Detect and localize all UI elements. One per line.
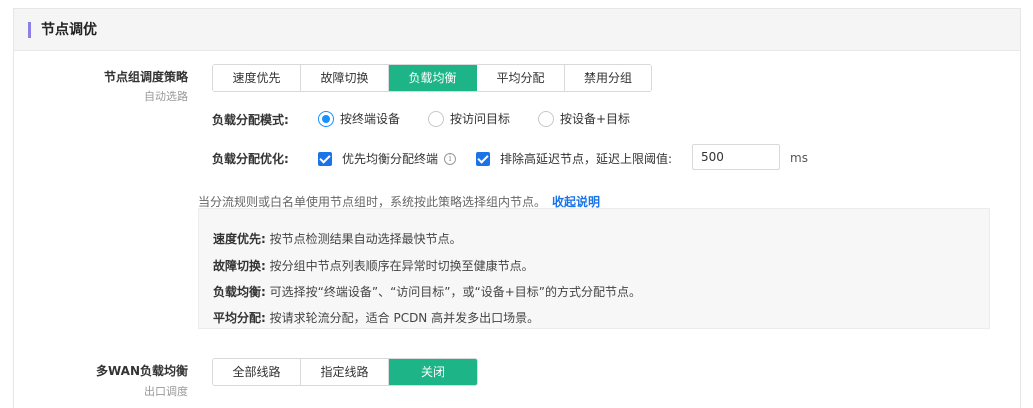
multiwan-label: 多WAN负载均衡 [95, 364, 188, 378]
help-desc: 按请求轮流分配，适合 PCDN 高并发多出口场景。 [269, 311, 540, 325]
help-item: 速度优先: 按节点检测结果自动选择最快节点。 [213, 230, 462, 247]
help-term: 平均分配: [213, 311, 266, 325]
help-desc: 按分组中节点列表顺序在异常时切换至健康节点。 [269, 259, 534, 273]
multiwan-segmented-control: 全部线路 指定线路 关闭 [212, 358, 478, 386]
help-desc: 按节点检测结果自动选择最快节点。 [269, 232, 462, 246]
section-title: 节点调优 [41, 22, 97, 38]
multiwan-sublabel: 出口调度 [144, 385, 188, 398]
radio-unchecked-icon [538, 110, 554, 127]
radio-by-target[interactable]: 按访问目标 [428, 110, 510, 127]
header-accent-bar [28, 22, 31, 38]
radio-by-device[interactable]: 按终端设备 [318, 110, 400, 127]
strategy-option-average[interactable]: 平均分配 [477, 65, 565, 91]
help-term: 负载均衡: [213, 285, 266, 299]
multiwan-option-off[interactable]: 关闭 [389, 359, 477, 385]
distribution-mode-label: 负载分配模式: [212, 113, 289, 127]
help-desc: 可选择按“终端设备”、“访问目标”，或“设备+目标”的方式分配节点。 [269, 285, 641, 299]
threshold-unit: ms [790, 151, 808, 165]
checkbox-exclude-high-latency[interactable]: 排除高延迟节点，延迟上限阈值: [476, 150, 672, 167]
strategy-segmented-control: 速度优先 故障切换 负载均衡 平均分配 禁用分组 [212, 64, 652, 92]
checkbox-checked-icon [318, 151, 332, 166]
strategy-option-load-balance[interactable]: 负载均衡 [389, 65, 477, 91]
help-box: 速度优先: 按节点检测结果自动选择最快节点。 故障切换: 按分组中节点列表顺序在… [198, 208, 990, 329]
radio-unchecked-icon [428, 110, 444, 127]
radio-checked-icon [318, 110, 334, 127]
latency-threshold-input[interactable] [692, 144, 780, 170]
help-item: 平均分配: 按请求轮流分配，适合 PCDN 高并发多出口场景。 [213, 309, 539, 326]
radio-by-device-target-label: 按设备+目标 [560, 112, 631, 126]
prefer-balanced-label: 优先均衡分配终端 [342, 152, 439, 166]
checkbox-prefer-balanced[interactable]: 优先均衡分配终端 i [318, 150, 457, 167]
strategy-sublabel: 自动选路 [144, 90, 188, 103]
radio-by-device-label: 按终端设备 [340, 112, 401, 126]
optimization-label: 负载分配优化: [212, 152, 289, 166]
checkbox-checked-icon [476, 151, 490, 166]
strategy-option-failover[interactable]: 故障切换 [301, 65, 389, 91]
radio-by-device-target[interactable]: 按设备+目标 [538, 110, 630, 127]
help-term: 速度优先: [213, 232, 266, 246]
multiwan-option-all[interactable]: 全部线路 [213, 359, 301, 385]
strategy-option-speed[interactable]: 速度优先 [213, 65, 301, 91]
help-term: 故障切换: [213, 259, 266, 273]
panel-header: 节点调优 [14, 9, 1020, 51]
help-item: 负载均衡: 可选择按“终端设备”、“访问目标”，或“设备+目标”的方式分配节点。 [213, 283, 641, 300]
collapse-help-link[interactable]: 收起说明 [552, 195, 600, 209]
strategy-label: 节点组调度策略 [103, 70, 188, 84]
description-text: 当分流规则或白名单使用节点组时，系统按此策略选择组内节点。 [198, 195, 547, 209]
strategy-option-disable[interactable]: 禁用分组 [565, 65, 651, 91]
radio-by-target-label: 按访问目标 [450, 112, 511, 126]
help-item: 故障切换: 按分组中节点列表顺序在异常时切换至健康节点。 [213, 257, 534, 274]
info-icon[interactable]: i [444, 152, 457, 165]
exclude-high-latency-label: 排除高延迟节点，延迟上限阈值: [500, 152, 673, 166]
multiwan-option-specified[interactable]: 指定线路 [301, 359, 389, 385]
